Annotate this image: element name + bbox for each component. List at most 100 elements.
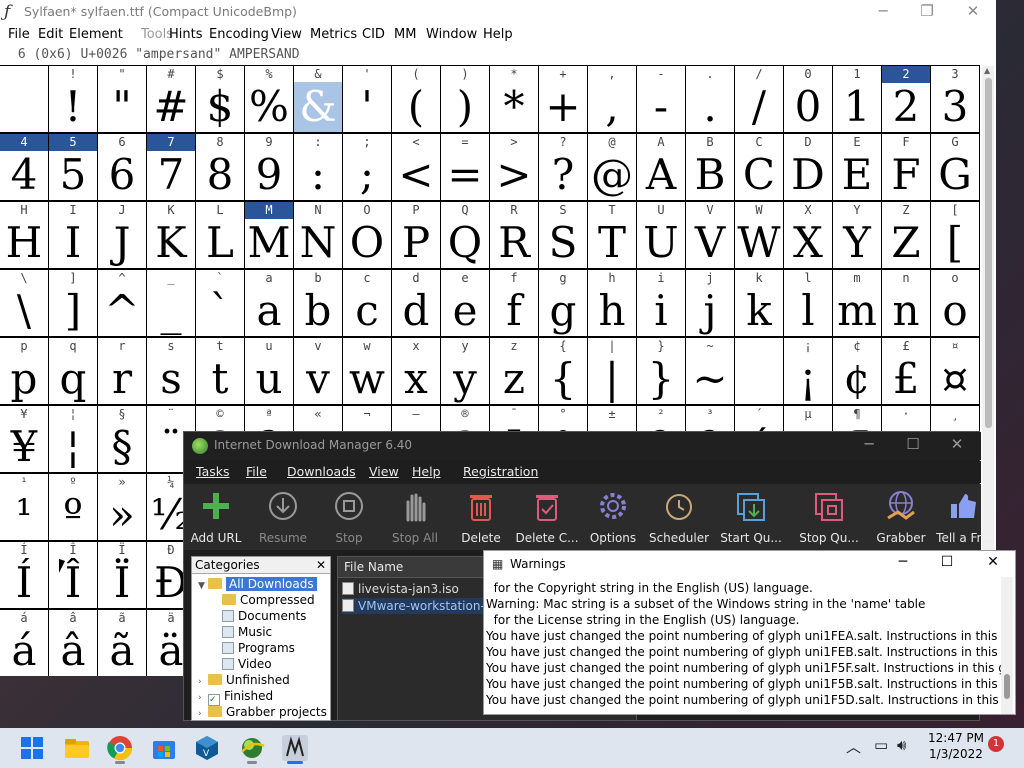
glyph-cell[interactable]: B: [686, 150, 735, 201]
glyph-label[interactable]: J: [98, 202, 147, 219]
virtualbox-icon[interactable]: V: [191, 732, 223, 764]
glyph-label[interactable]: Z: [882, 202, 931, 219]
glyph-label[interactable]: ): [441, 66, 490, 83]
glyph-label[interactable]: 3: [931, 66, 980, 83]
glyph-label[interactable]: –: [392, 406, 441, 423]
glyph-cell[interactable]: »: [98, 490, 147, 541]
glyph-label[interactable]: ;: [343, 134, 392, 151]
glyph-label[interactable]: F: [882, 134, 931, 151]
glyph-cell[interactable]: #: [147, 82, 196, 133]
glyph-cell[interactable]: £: [882, 354, 931, 405]
warnings-scrollbar[interactable]: [1001, 577, 1013, 714]
glyph-cell[interactable]: 9: [245, 150, 294, 201]
glyph-label[interactable]: ¶: [833, 406, 882, 423]
glyph-label[interactable]: &: [294, 66, 343, 83]
glyph-label[interactable]: a: [245, 270, 294, 287]
glyph-cell[interactable]: >: [490, 150, 539, 201]
glyph-cell[interactable]: $: [196, 82, 245, 133]
glyph-cell[interactable]: ¦: [49, 422, 98, 473]
glyph-cell[interactable]: W: [735, 218, 784, 269]
glyph-cell[interactable]: t: [196, 354, 245, 405]
glyph-label[interactable]: U: [637, 202, 686, 219]
menu-edit[interactable]: Edit: [38, 27, 63, 42]
idm-menu-registration[interactable]: Registration: [463, 464, 538, 479]
glyph-label[interactable]: Î: [49, 542, 98, 559]
glyph-cell[interactable]: p: [0, 354, 49, 405]
category-programs[interactable]: Programs: [222, 640, 295, 656]
scroll-up-icon[interactable]: ▲: [984, 66, 990, 75]
glyph-label[interactable]: t: [196, 338, 245, 355]
menu-hints[interactable]: Hints: [169, 27, 203, 42]
glyph-cell[interactable]: §: [98, 422, 147, 473]
tree-expander-icon[interactable]: ▼: [198, 578, 208, 594]
glyph-cell[interactable]: [: [931, 218, 980, 269]
menu-help[interactable]: Help: [483, 27, 513, 42]
glyph-label[interactable]: E: [833, 134, 882, 151]
glyph-label[interactable]: ¥: [0, 406, 49, 423]
glyph-label[interactable]: o: [931, 270, 980, 287]
glyph-label[interactable]: $: [196, 66, 245, 83]
glyph-cell[interactable]: U: [637, 218, 686, 269]
close-categories-icon[interactable]: ✕: [316, 557, 326, 573]
glyph-label[interactable]: m: [833, 270, 882, 287]
glyph-label[interactable]: ]: [49, 270, 98, 287]
category-documents[interactable]: Documents: [222, 608, 306, 624]
idm-menu-downloads[interactable]: Downloads: [287, 464, 356, 479]
chrome-icon[interactable]: [104, 732, 136, 764]
menu-encoding[interactable]: Encoding: [209, 27, 269, 42]
glyph-label[interactable]: ¡: [784, 338, 833, 355]
glyph-cell[interactable]: y: [441, 354, 490, 405]
glyph-label[interactable]: ´: [735, 406, 784, 423]
idm-close-button[interactable]: ✕: [934, 435, 980, 453]
glyph-label[interactable]: L: [196, 202, 245, 219]
glyph-cell[interactable]: ;: [343, 150, 392, 201]
glyph-cell[interactable]: D: [784, 150, 833, 201]
file-explorer-icon[interactable]: [61, 732, 93, 764]
glyph-label[interactable]: h: [588, 270, 637, 287]
glyph-cell[interactable]: ¢: [833, 354, 882, 405]
glyph-label[interactable]: 9: [245, 134, 294, 151]
glyph-cell[interactable]: M: [245, 218, 294, 269]
glyph-cell[interactable]: .: [686, 82, 735, 133]
glyph-cell[interactable]: u: [245, 354, 294, 405]
notification-badge[interactable]: 1: [988, 736, 1004, 752]
glyph-cell[interactable]: ¤: [931, 354, 980, 405]
glyph-cell[interactable]: L: [196, 218, 245, 269]
glyph-label[interactable]: q: [49, 338, 98, 355]
glyph-cell[interactable]: O: [343, 218, 392, 269]
glyph-label[interactable]: [0, 66, 49, 83]
glyph-label[interactable]: ¢: [833, 338, 882, 355]
menu-cid[interactable]: CID: [362, 27, 385, 42]
glyph-label[interactable]: ": [98, 66, 147, 83]
glyph-label[interactable]: e: [441, 270, 490, 287]
glyph-label[interactable]: _: [147, 270, 196, 287]
toolbar-stop-qu-button[interactable]: Stop Qu...: [790, 484, 868, 550]
glyph-label[interactable]: /: [735, 66, 784, 83]
warnings-window[interactable]: ▦ Warnings ─ ☐ ✕ for the Copyright strin…: [483, 550, 1016, 715]
toolbar-delete-button[interactable]: Delete: [448, 484, 514, 550]
glyph-label[interactable]: ?: [539, 134, 588, 151]
glyph-label[interactable]: ã: [98, 610, 147, 627]
glyph-cell[interactable]: o: [931, 286, 980, 337]
file-row[interactable]: livevista-jan3.iso: [342, 581, 459, 597]
glyph-label[interactable]: [: [931, 202, 980, 219]
glyph-cell[interactable]: â: [49, 626, 98, 676]
menu-file[interactable]: File: [8, 27, 30, 42]
glyph-label[interactable]: O: [343, 202, 392, 219]
maximize-button[interactable]: ❐: [904, 0, 950, 24]
glyph-label[interactable]: Q: [441, 202, 490, 219]
toolbar-stop-button[interactable]: Stop: [316, 484, 382, 550]
glyph-label[interactable]: {: [539, 338, 588, 355]
show-hidden-icons-chevron-up-icon[interactable]: ︿: [846, 736, 861, 757]
toolbar-delete-c-button[interactable]: Delete C...: [514, 484, 580, 550]
glyph-cell[interactable]: %: [245, 82, 294, 133]
glyph-label[interactable]: ^: [98, 270, 147, 287]
glyph-cell[interactable]: ,: [588, 82, 637, 133]
glyph-label[interactable]: ®: [441, 406, 490, 423]
glyph-label[interactable]: :: [294, 134, 343, 151]
fontforge-titlebar[interactable]: ƒ Sylfaen* sylfaen.ttf (Compact UnicodeB…: [0, 0, 996, 24]
microsoft-store-icon[interactable]: [148, 732, 180, 764]
glyph-label[interactable]: »: [98, 474, 147, 491]
glyph-cell[interactable]: <: [392, 150, 441, 201]
glyph-cell[interactable]: ã: [98, 626, 147, 676]
